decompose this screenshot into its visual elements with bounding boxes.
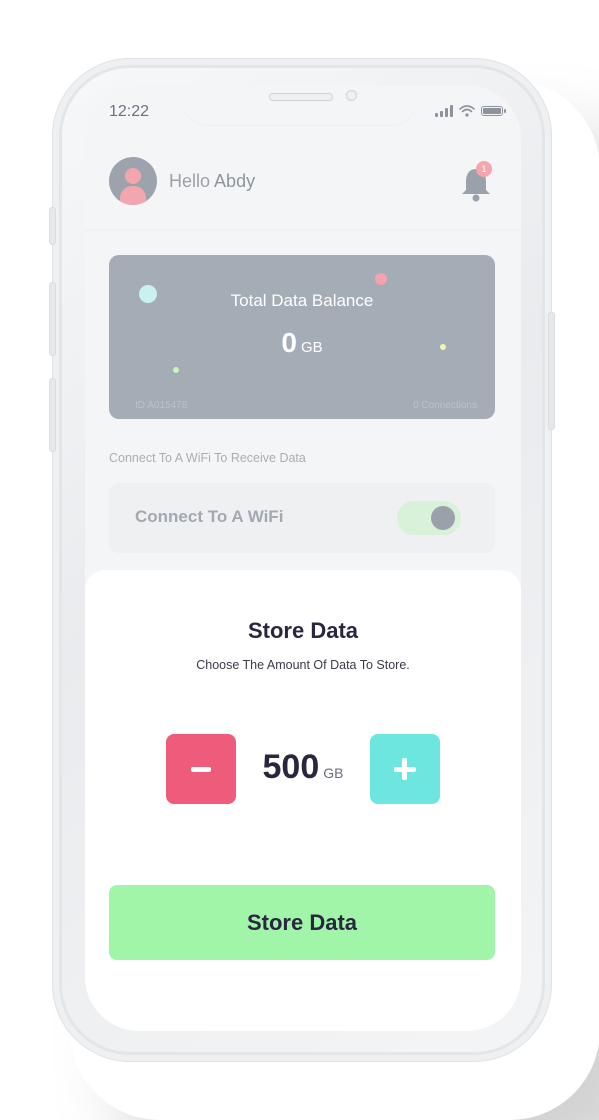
- power-button: [548, 312, 555, 430]
- wifi-section-label: Connect To A WiFi To Receive Data: [109, 451, 306, 465]
- app-header: Hello Abdy: [85, 145, 521, 231]
- decor-dot-pink: [375, 273, 387, 285]
- volume-up-button: [49, 282, 56, 356]
- balance-amount: 0: [281, 327, 297, 358]
- store-data-sheet: Store Data Choose The Amount Of Data To …: [85, 570, 521, 1031]
- wifi-toggle[interactable]: [397, 501, 461, 535]
- balance-card: Total Data Balance 0 GB ID A015478 0 Conn…: [109, 255, 495, 419]
- connections-count: 0 Connections: [413, 400, 477, 411]
- notch: [182, 85, 417, 125]
- volume-down-button: [49, 378, 56, 452]
- account-id: ID A015478: [135, 400, 188, 411]
- balance-title: Total Data Balance: [230, 291, 374, 310]
- minus-icon: [191, 767, 211, 772]
- amount-display: 500 GB: [239, 748, 367, 787]
- decor-dot-green: [173, 367, 179, 373]
- greeting: Hello Abdy: [169, 171, 255, 192]
- sheet-subtitle: Choose The Amount Of Data To Store.: [196, 658, 410, 672]
- sheet-title: Store Data: [247, 618, 359, 643]
- wifi-row[interactable]: Connect To A WiFi: [109, 483, 495, 553]
- greeting-text: Hello: [169, 171, 211, 191]
- front-camera: [346, 90, 357, 101]
- wifi-row-label: Connect To A WiFi: [135, 507, 284, 526]
- amount-value: 500: [262, 748, 320, 786]
- store-data-button[interactable]: Store Data: [109, 885, 495, 960]
- decrease-button[interactable]: [166, 734, 236, 804]
- status-icons: [435, 105, 506, 117]
- increase-button[interactable]: [370, 734, 440, 804]
- toggle-knob: [431, 506, 455, 530]
- notification-badge: 1: [476, 161, 492, 177]
- balance-value: 0 GB: [109, 327, 495, 359]
- amount-unit: GB: [323, 765, 344, 781]
- balance-unit: GB: [300, 339, 323, 356]
- signal-icon: [435, 105, 453, 117]
- user-name: Abdy: [214, 171, 256, 191]
- wifi-icon: [459, 105, 475, 117]
- status-time: 12:22: [109, 103, 150, 120]
- silent-switch: [49, 207, 56, 245]
- battery-icon: [481, 106, 506, 116]
- speaker-grille: [269, 93, 333, 101]
- avatar-icon[interactable]: [109, 157, 157, 205]
- app-screen: 12:22 Hello Abdy 1 Total Data Balance 0 …: [85, 85, 521, 1031]
